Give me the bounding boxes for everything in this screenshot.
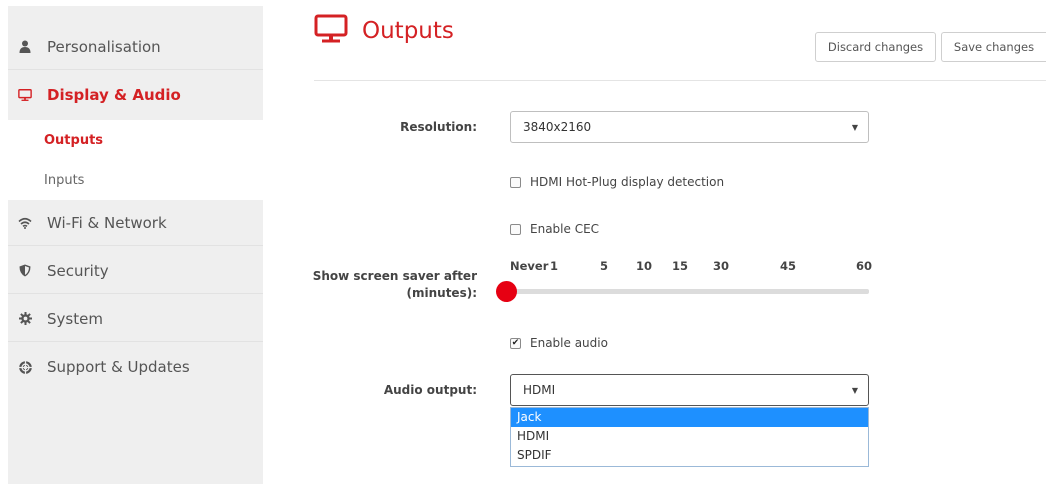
cec-checkbox[interactable] bbox=[510, 223, 521, 235]
slider-tick-label: 60 bbox=[856, 259, 873, 273]
audio-option-spdif[interactable]: SPDIF bbox=[511, 446, 868, 465]
screensaver-label: Show screen saver after (minutes): bbox=[300, 268, 477, 302]
sidebar-item-label: Display & Audio bbox=[47, 86, 181, 104]
hotplug-label: HDMI Hot-Plug display detection bbox=[530, 175, 725, 189]
hotplug-checkbox[interactable] bbox=[510, 176, 521, 188]
resolution-value: 3840x2160 bbox=[523, 120, 592, 134]
audio-output-select[interactable]: HDMI ▼ bbox=[510, 374, 869, 406]
audio-label: Enable audio bbox=[530, 336, 608, 350]
sidebar-item-label: Wi-Fi & Network bbox=[47, 213, 167, 232]
sidebar-subitem-inputs[interactable]: Inputs bbox=[8, 160, 263, 200]
slider-tick-label: 1 bbox=[550, 259, 559, 273]
sidebar-subitem-outputs[interactable]: Outputs bbox=[8, 120, 263, 160]
sidebar-item-security[interactable]: Security bbox=[8, 248, 263, 294]
audio-option-jack[interactable]: Jack bbox=[511, 408, 868, 427]
monitor-icon bbox=[314, 14, 348, 48]
resolution-select[interactable]: 3840x2160 ▼ bbox=[510, 111, 869, 143]
audio-output-label: Audio output: bbox=[383, 383, 477, 397]
audio-checkbox-row[interactable]: ✔ Enable audio bbox=[510, 336, 608, 350]
slider-tick-label: 5 bbox=[600, 259, 609, 273]
discard-changes-button[interactable]: Discard changes bbox=[815, 32, 936, 62]
sidebar-item-label: Support & Updates bbox=[47, 358, 190, 376]
monitor-icon bbox=[18, 88, 32, 102]
slider-tick-label: 15 bbox=[672, 259, 689, 273]
slider-tick-label: 10 bbox=[636, 259, 653, 273]
sidebar-item-label: Personalisation bbox=[47, 37, 161, 56]
gear-icon bbox=[18, 312, 32, 326]
sidebar-item-system[interactable]: System bbox=[8, 296, 263, 342]
chevron-down-icon: ▼ bbox=[851, 385, 858, 395]
cec-label: Enable CEC bbox=[530, 222, 600, 236]
screensaver-label-line2: (minutes): bbox=[406, 286, 478, 300]
sidebar-item-support-updates[interactable]: Support & Updates bbox=[8, 344, 263, 390]
screensaver-label-line1: Show screen saver after bbox=[312, 269, 477, 283]
sidebar-item-personalisation[interactable]: Personalisation bbox=[8, 24, 263, 70]
slider-tick-label: 30 bbox=[713, 259, 730, 273]
slider-tick-label: Never bbox=[510, 259, 549, 273]
audio-option-hdmi[interactable]: HDMI bbox=[511, 427, 868, 446]
sidebar-item-wifi-network[interactable]: Wi-Fi & Network bbox=[8, 200, 263, 246]
header-divider bbox=[314, 80, 1046, 81]
person-icon bbox=[18, 40, 32, 54]
wifi-icon bbox=[18, 216, 32, 230]
sidebar-item-label: System bbox=[47, 309, 103, 328]
slider-tick-label: 45 bbox=[780, 259, 797, 273]
screensaver-slider-track[interactable] bbox=[510, 289, 869, 294]
save-changes-button[interactable]: Save changes bbox=[941, 32, 1046, 62]
screensaver-slider-thumb[interactable] bbox=[496, 281, 517, 302]
cec-checkbox-row[interactable]: Enable CEC bbox=[510, 222, 599, 236]
sidebar-subitem-label: Inputs bbox=[44, 172, 85, 188]
sidebar-item-label: Security bbox=[47, 261, 109, 280]
sidebar-subitem-label: Outputs bbox=[44, 132, 104, 148]
audio-checkbox[interactable]: ✔ bbox=[510, 337, 521, 349]
lifebuoy-icon bbox=[18, 360, 32, 374]
audio-output-dropdown: Jack HDMI SPDIF bbox=[510, 407, 869, 467]
page-title: Outputs bbox=[362, 18, 454, 44]
sidebar: Personalisation Display & Audio Outputs … bbox=[8, 6, 263, 484]
checkmark-icon: ✔ bbox=[511, 337, 520, 348]
audio-output-value: HDMI bbox=[523, 383, 556, 397]
shield-icon bbox=[18, 264, 32, 278]
sidebar-item-display-audio[interactable]: Display & Audio bbox=[8, 72, 263, 118]
hotplug-checkbox-row[interactable]: HDMI Hot-Plug display detection bbox=[510, 175, 724, 189]
chevron-down-icon: ▼ bbox=[851, 122, 858, 132]
resolution-label: Resolution: bbox=[400, 120, 477, 134]
page-header: Outputs bbox=[314, 14, 454, 48]
